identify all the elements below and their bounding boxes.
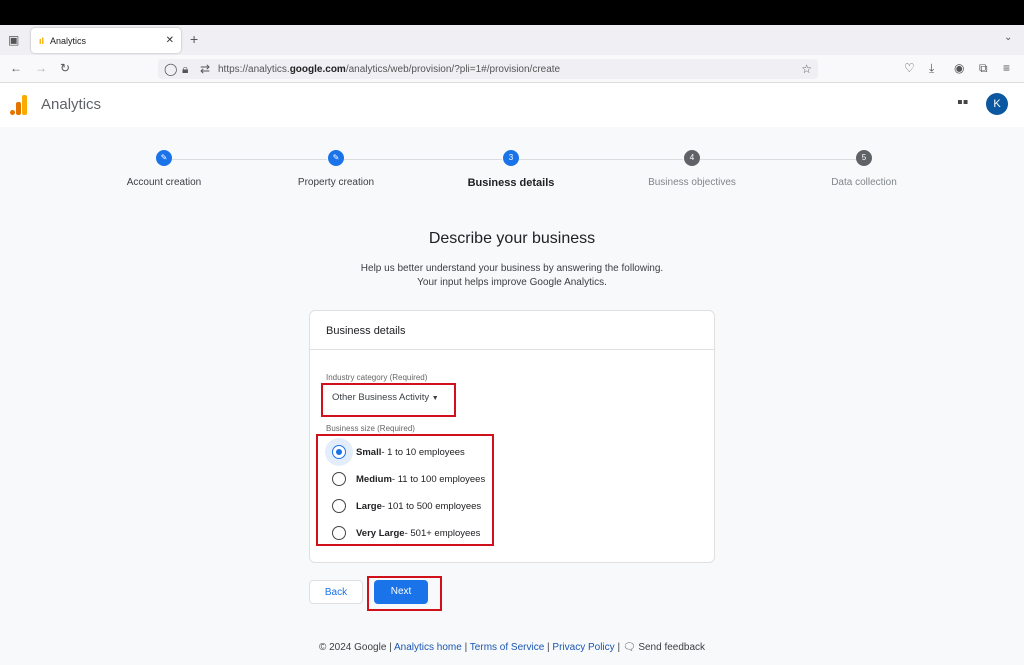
size-label: Business size (Required) [326,424,415,433]
tab-list-icon[interactable]: ▣ [8,33,19,47]
feedback-label: Send feedback [638,642,706,653]
business-details-card: Business details Industry category (Requ… [309,310,715,563]
highlight-box [321,383,456,417]
navigation-bar: ← → ↻ ◯ 🔒︎ ⇄ https://analytics. google.co… [0,55,1024,83]
step-number: 5 [856,150,872,166]
step-number: 3 [503,150,519,166]
back-button[interactable]: Back [309,580,363,604]
step-label: Data collection [831,177,897,188]
lock-icon[interactable]: 🔒︎ [182,62,188,77]
send-feedback-link[interactable]: 🗨︎ Send feedback [623,642,705,653]
bookmark-star-icon[interactable]: ☆ [801,62,812,76]
feedback-icon: 🗨︎ [622,642,636,653]
new-tab-icon[interactable]: + [190,31,198,47]
app-title: Analytics [41,96,102,113]
chevron-down-icon[interactable]: ⌄ [1004,32,1012,43]
highlight-box [367,576,442,611]
subtitle-line: Help us better understand your business … [360,263,664,274]
url-domain: google.com [289,63,346,75]
url-prefix: https://analytics. [218,63,290,75]
step-business-objectives: 4 Business objectives [612,150,772,188]
edit-pencil-icon: ✎ [328,150,344,166]
industry-label: Industry category (Required) [326,373,428,382]
step-label: Business details [467,177,555,189]
step-label: Business objectives [648,177,736,188]
step-property-creation: ✎ Property creation [256,150,416,188]
url-path: /analytics/web/provision/?pli=1#/provisi… [345,63,561,75]
pocket-icon[interactable]: ♡ [904,61,915,75]
menu-icon[interactable]: ≡ [1003,61,1010,75]
step-data-collection: 5 Data collection [784,150,944,188]
step-number: 4 [684,150,700,166]
highlight-box [316,434,494,546]
page-subtitle: Help us better understand your business … [0,262,1024,290]
analytics-home-link[interactable]: Analytics home [394,642,462,653]
tab-bar: ▣ ıl Analytics ✕ + ⌄ [0,25,1024,55]
edit-pencil-icon: ✎ [156,150,172,166]
permissions-icon[interactable]: ⇄ [200,62,210,76]
step-business-details: 3 Business details [431,150,591,189]
step-account-creation: ✎ Account creation [84,150,244,188]
footer: © 2024 Google | Analytics home | Terms o… [318,642,706,653]
account-icon[interactable]: ◉ [954,61,964,75]
download-icon[interactable]: ⤓ [929,61,934,76]
avatar[interactable]: K [986,93,1008,115]
analytics-favicon-icon: ıl [39,35,45,46]
apps-grid-icon[interactable]: ▪▪ [957,94,968,112]
card-title: Business details [310,311,714,350]
step-label: Account creation [126,177,202,188]
app-header: Analytics ▪▪ K [0,83,1024,127]
browser-tab[interactable]: ıl Analytics ✕ [31,28,181,53]
page-title: Describe your business [428,230,596,247]
copyright: © 2024 Google | [318,642,392,653]
close-tab-icon[interactable]: ✕ [166,35,174,46]
terms-link[interactable]: Terms of Service [470,642,544,653]
step-label: Property creation [297,177,375,188]
analytics-logo-icon [10,95,27,115]
reload-icon[interactable]: ↻ [60,61,70,75]
extensions-icon[interactable]: ⧉ [979,61,988,76]
privacy-link[interactable]: Privacy Policy [552,642,614,653]
forward-arrow-icon[interactable]: → [35,61,47,75]
address-bar[interactable]: ◯ 🔒︎ ⇄ https://analytics. google.com/anal… [158,59,818,79]
tab-title: Analytics [50,35,87,46]
shield-icon[interactable]: ◯ [164,62,177,76]
back-arrow-icon[interactable]: ← [10,61,22,75]
top-bar [0,0,1024,25]
subtitle-line: Your input helps improve Google Analytic… [417,277,607,288]
